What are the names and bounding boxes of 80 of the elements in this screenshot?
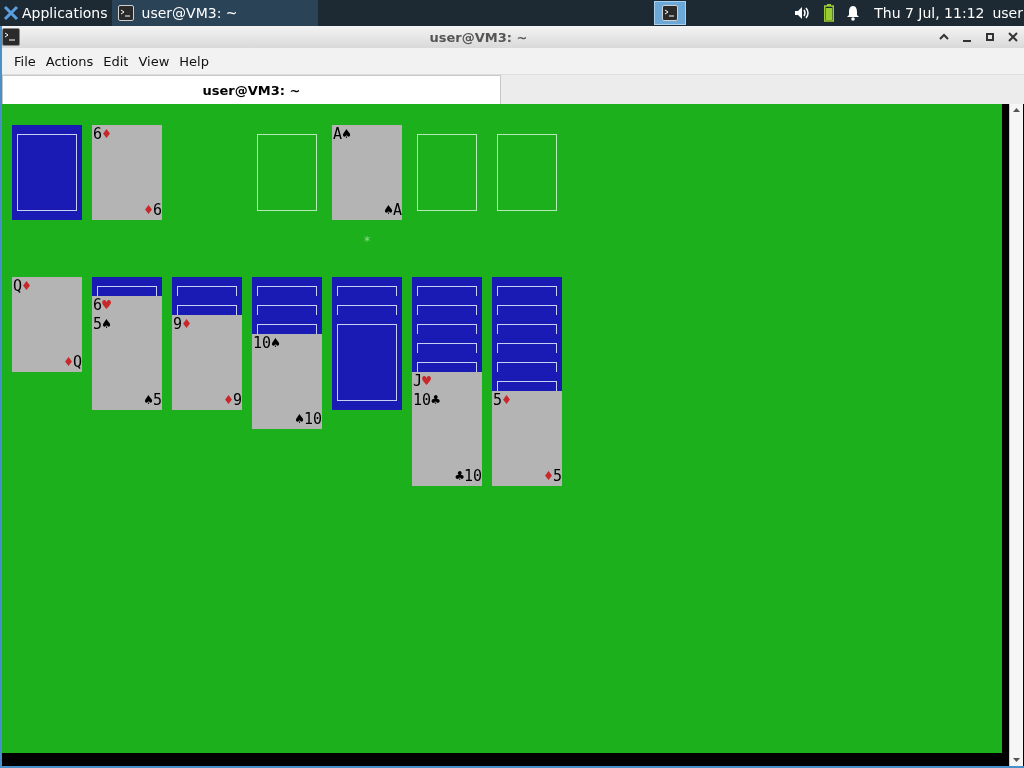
battery-icon[interactable] — [824, 4, 835, 22]
suit-symbol: ♠ — [102, 315, 112, 334]
card-back[interactable] — [332, 315, 402, 410]
card-rank: 9 — [173, 315, 183, 334]
applications-menu[interactable]: Applications — [22, 5, 108, 21]
suit-symbol: ♠ — [383, 201, 393, 220]
terminal-icon — [117, 5, 134, 21]
suit-symbol: ♦ — [223, 391, 233, 410]
card-rank: J — [413, 372, 423, 391]
card-rank: 6 — [93, 296, 103, 315]
card-rank: A — [333, 125, 343, 144]
playing-card[interactable]: 10♠ ♠10 — [252, 334, 322, 429]
card-back[interactable] — [492, 372, 562, 391]
card-rank: 9 — [232, 391, 242, 410]
clock-text[interactable]: Thu 7 Jul, 11:12 — [874, 5, 985, 21]
card-back[interactable] — [12, 125, 82, 220]
card-rank: 10 — [463, 467, 482, 486]
playing-card[interactable]: 10♣ ♣10 — [412, 391, 482, 486]
card-rank: 10 — [413, 391, 432, 410]
suit-symbol: ♦ — [502, 391, 512, 410]
suit-symbol: ♦ — [143, 201, 153, 220]
card-back[interactable] — [412, 277, 482, 296]
card-rank: 6 — [152, 201, 162, 220]
suit-symbol: ♣ — [431, 391, 441, 410]
menu-item[interactable]: File — [10, 51, 40, 71]
taskbar-button[interactable]: user@VM3: ~ — [111, 0, 318, 26]
user-menu[interactable]: user — [992, 5, 1023, 21]
suit-symbol: ♦ — [63, 353, 73, 372]
suit-symbol: ♠ — [271, 334, 281, 353]
scrollbar[interactable] — [1009, 104, 1023, 766]
terminal-icon — [2, 28, 20, 46]
card-rank: 5 — [552, 467, 562, 486]
playing-card[interactable]: 5♦ ♦5 — [492, 391, 562, 486]
card-rank: 10 — [303, 410, 322, 429]
card-rank: 5 — [493, 391, 503, 410]
playing-card[interactable]: 5♠ ♠5 — [92, 315, 162, 410]
menu-item[interactable]: Help — [175, 51, 213, 71]
close-icon[interactable] — [1006, 30, 1020, 44]
suit-symbol: ♠ — [342, 125, 352, 144]
playing-card[interactable]: 6♥ — [92, 296, 162, 315]
card-rank: A — [392, 201, 402, 220]
bell-icon[interactable] — [846, 5, 861, 21]
menu-item[interactable]: View — [134, 51, 174, 71]
card-rank: Q — [13, 277, 23, 296]
suit-symbol: ♦ — [22, 277, 32, 296]
card-rank: 6 — [93, 125, 103, 144]
suit-symbol: ♦ — [102, 125, 112, 144]
card-back[interactable] — [172, 296, 242, 315]
terminal-icon — [662, 5, 679, 21]
card-back[interactable] — [492, 277, 562, 296]
playing-card[interactable]: J♥ — [412, 372, 482, 391]
suit-symbol: ♥ — [422, 372, 432, 391]
playing-card[interactable]: Q♦ ♦Q — [12, 277, 82, 372]
workspace-button[interactable] — [654, 1, 687, 25]
cursor-marker: * — [363, 235, 371, 247]
window-title: user@VM3: ~ — [428, 29, 529, 45]
suit-symbol: ♣ — [454, 467, 464, 486]
xfce-logo-icon — [3, 5, 19, 21]
card-rank: 5 — [93, 315, 103, 334]
menu-item[interactable]: Actions — [41, 51, 98, 71]
card-back[interactable] — [252, 277, 322, 296]
card-back[interactable] — [92, 277, 162, 296]
suit-symbol: ♠ — [143, 391, 153, 410]
card-back[interactable] — [252, 315, 322, 334]
suit-symbol: ♠ — [294, 410, 304, 429]
suit-symbol: ♦ — [543, 467, 553, 486]
restore-icon[interactable] — [983, 30, 997, 44]
playing-card[interactable]: 9♦ ♦9 — [172, 315, 242, 410]
playing-card[interactable]: A♠ ♠A — [332, 125, 402, 220]
card-rank: 5 — [152, 391, 162, 410]
card-rank: 10 — [253, 334, 272, 353]
card-back[interactable] — [412, 353, 482, 372]
suit-symbol: ♦ — [182, 315, 192, 334]
terminal-tab[interactable]: user@VM3: ~ — [2, 75, 501, 104]
card-rank: Q — [72, 353, 82, 372]
card-back[interactable] — [172, 277, 242, 296]
card-back[interactable] — [332, 277, 402, 296]
menu-item[interactable]: Edit — [99, 51, 133, 71]
suit-symbol: ♥ — [102, 296, 112, 315]
playing-card[interactable]: 6♦ ♦6 — [92, 125, 162, 220]
